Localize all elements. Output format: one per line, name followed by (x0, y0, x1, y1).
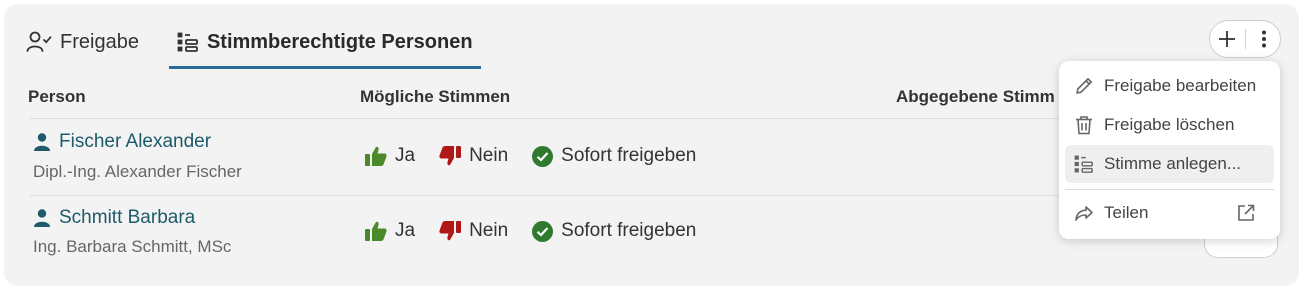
share-icon (1075, 206, 1093, 221)
vote-yes[interactable]: Ja (365, 145, 415, 167)
menu-item-label: Freigabe bearbeiten (1104, 76, 1257, 95)
vote-options: Ja Nein Sofort freigeben (365, 145, 720, 167)
more-vertical-icon (1261, 30, 1266, 48)
list-icon (177, 32, 198, 52)
check-circle-icon (532, 220, 554, 242)
tab-bar: Freigabe Stimmberechtigte Personen (26, 18, 481, 70)
user-check-icon (26, 31, 52, 52)
more-options-button[interactable] (1249, 24, 1279, 54)
person-icon (34, 133, 50, 151)
tab-freigabe[interactable]: Freigabe (26, 18, 169, 66)
vote-options: Ja Nein Sofort freigeben (365, 220, 720, 242)
toolbar-separator (1244, 29, 1246, 49)
column-header-cast-votes: Abgegebene Stimm (896, 87, 1055, 106)
vote-approve-label: Sofort freigeben (561, 145, 697, 166)
vote-yes-label: Ja (395, 220, 416, 241)
plus-icon (1218, 31, 1235, 47)
external-link-icon (1238, 204, 1255, 221)
pencil-icon (1076, 78, 1092, 94)
card-toolbar (1209, 20, 1281, 58)
thumbs-down-icon (439, 146, 462, 166)
check-circle-icon (532, 145, 554, 167)
person-icon (34, 209, 50, 227)
add-button[interactable] (1212, 24, 1242, 54)
tab-stimmberechtigte-personen[interactable]: Stimmberechtigte Personen (168, 18, 481, 69)
person-title: Ing. Barbara Schmitt, MSc (33, 237, 232, 256)
menu-divider (1065, 189, 1274, 190)
vote-approve[interactable]: Sofort freigeben (532, 220, 696, 242)
vote-no-label: Nein (469, 145, 509, 166)
trash-icon (1076, 116, 1092, 135)
column-header-possible-votes: Mögliche Stimmen (360, 87, 511, 106)
row-actions-button[interactable] (1204, 236, 1278, 258)
vote-approve[interactable]: Sofort freigeben (532, 145, 696, 167)
person-link-schmitt[interactable]: Schmitt Barbara (34, 207, 195, 229)
vote-yes-label: Ja (395, 145, 416, 166)
tab-freigabe-label: Freigabe (60, 30, 139, 53)
menu-item-delete[interactable]: Freigabe löschen (1065, 106, 1274, 144)
vote-no[interactable]: Nein (439, 220, 508, 242)
menu-item-label: Stimme anlegen... (1104, 154, 1242, 173)
vote-no-label: Nein (469, 220, 509, 241)
thumbs-up-icon (365, 146, 387, 166)
menu-item-label: Teilen (1104, 203, 1149, 222)
menu-item-edit[interactable]: Freigabe bearbeiten (1065, 67, 1274, 105)
vote-no[interactable]: Nein (439, 145, 508, 167)
vote-approve-label: Sofort freigeben (561, 220, 697, 241)
person-title: Dipl.-Ing. Alexander Fischer (33, 162, 242, 181)
thumbs-up-icon (365, 221, 387, 241)
context-menu: Freigabe bearbeiten Freigabe löschen Sti… (1059, 61, 1280, 239)
menu-item-label: Freigabe löschen (1104, 115, 1235, 134)
person-name: Schmitt Barbara (59, 207, 196, 228)
person-link-fischer[interactable]: Fischer Alexander (34, 131, 211, 153)
vote-yes[interactable]: Ja (365, 220, 415, 242)
menu-item-share[interactable]: Teilen (1065, 194, 1274, 232)
menu-item-create-vote[interactable]: Stimme anlegen... (1065, 145, 1274, 183)
thumbs-down-icon (439, 221, 462, 241)
column-header-person: Person (28, 87, 86, 106)
list-add-icon (1074, 155, 1093, 173)
person-name: Fischer Alexander (59, 131, 212, 152)
tab-stimmberechtigte-label: Stimmberechtigte Personen (206, 30, 473, 53)
